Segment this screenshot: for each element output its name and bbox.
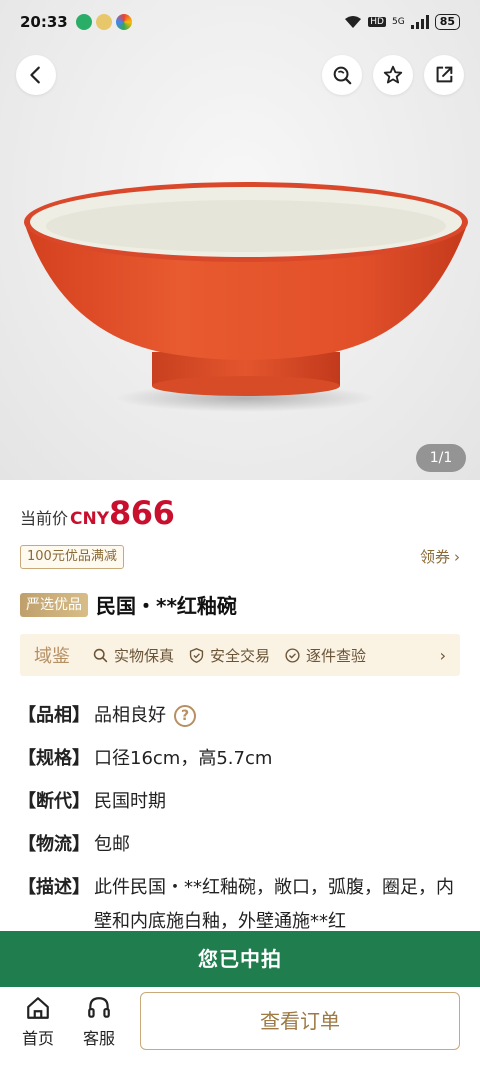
signal-icon (410, 15, 429, 29)
spec-value: 口径16cm，高5.7cm (94, 748, 273, 769)
star-icon (383, 65, 403, 84)
view-order-button[interactable]: 查看订单 (140, 992, 460, 1050)
assurance-inspection-label: 逐件查验 (306, 646, 367, 665)
assurance-bar[interactable]: 域鉴 实物保真 安全交易 逐件查验 › (20, 634, 460, 676)
chevron-right-icon: › (454, 548, 460, 566)
app-notification-icon (95, 14, 112, 30)
hd-indicator: HD (368, 17, 386, 27)
spec-key: 【断代】 (18, 791, 90, 812)
network-indicator: 5G (391, 17, 405, 27)
wifi-icon (345, 16, 362, 28)
item-title: 民国・**红釉碗 (96, 594, 237, 618)
similar-search-button[interactable] (322, 55, 362, 95)
tab-customer-service-label: 客服 (82, 1029, 115, 1048)
chevron-right-icon: › (439, 645, 446, 665)
favorite-button[interactable] (373, 55, 413, 95)
spec-description: 【描述】 此件民国・**红釉碗，敞口，弧腹，圈足，内壁和内底施白釉，外壁通施**… (18, 877, 462, 937)
back-button[interactable] (16, 55, 56, 95)
wechat-icon (75, 14, 92, 30)
search-icon (93, 648, 108, 662)
spec-key: 【描述】 (18, 877, 90, 898)
claim-coupon-link[interactable]: 领券 › (416, 546, 460, 567)
bottom-bar: 首页 客服 查看订单 (0, 987, 480, 1067)
selection-badge: 严选优品 (20, 592, 88, 617)
assurance-authentic-label: 实物保真 (114, 646, 175, 665)
check-circle-icon (285, 647, 300, 663)
share-icon (436, 66, 453, 83)
spec-shipping: 【物流】 包邮 (18, 834, 462, 856)
claim-coupon-label: 领券 (419, 548, 450, 566)
assurance-authentic: 实物保真 (92, 645, 174, 666)
auction-won-banner: 您已中拍 (0, 931, 480, 987)
tab-home[interactable]: 首页 (13, 995, 63, 1049)
spec-condition: 【品相】 品相良好? (18, 705, 462, 727)
headset-icon (88, 997, 110, 1018)
spec-key: 【规格】 (18, 748, 90, 769)
assurance-safe-trade-label: 安全交易 (210, 646, 271, 665)
magnifier-similar-icon (333, 66, 352, 85)
price-label: 当前价 (20, 509, 69, 528)
assurance-safe-trade: 安全交易 (188, 645, 270, 666)
assurance-brand: 域鉴 (34, 646, 70, 667)
coupon-tag[interactable]: 100元优品满减 (20, 545, 124, 569)
share-button[interactable] (424, 55, 464, 95)
tab-customer-service[interactable]: 客服 (74, 995, 124, 1049)
status-bar: 20:33 HD 5G 85 (0, 0, 480, 44)
spec-list: 【品相】 品相良好? 【规格】 口径16cm，高5.7cm 【断代】 民国时期 … (18, 705, 462, 958)
spec-value: 民国时期 (94, 791, 166, 812)
battery-indicator: 85 (434, 14, 460, 30)
price-row: 当前价 CNY 866 (20, 494, 175, 532)
help-icon[interactable]: ? (174, 705, 196, 727)
price-currency: CNY (70, 509, 110, 529)
assurance-inspection: 逐件查验 (284, 645, 366, 666)
tab-home-label: 首页 (21, 1029, 54, 1048)
status-right: HD 5G 85 (344, 14, 460, 30)
chevron-left-icon (30, 66, 40, 84)
spec-key: 【物流】 (18, 834, 90, 855)
spec-key: 【品相】 (18, 705, 90, 726)
spec-size: 【规格】 口径16cm，高5.7cm (18, 748, 462, 770)
item-title-row: 严选优品 民国・**红釉碗 (20, 590, 237, 619)
spec-value: 包邮 (94, 834, 130, 855)
status-time: 20:33 (20, 13, 68, 31)
shield-check-icon (189, 647, 204, 663)
spec-value: 品相良好? (94, 705, 196, 727)
spec-period: 【断代】 民国时期 (18, 791, 462, 813)
spec-value: 此件民国・**红釉碗，敞口，弧腹，圈足，内壁和内底施白釉，外壁通施**红 (94, 877, 454, 932)
price-value: 866 (109, 494, 175, 532)
home-icon (27, 997, 49, 1019)
spec-value-text: 品相良好 (94, 705, 166, 726)
image-counter: 1/1 (416, 444, 466, 472)
browser-icon (115, 14, 132, 30)
